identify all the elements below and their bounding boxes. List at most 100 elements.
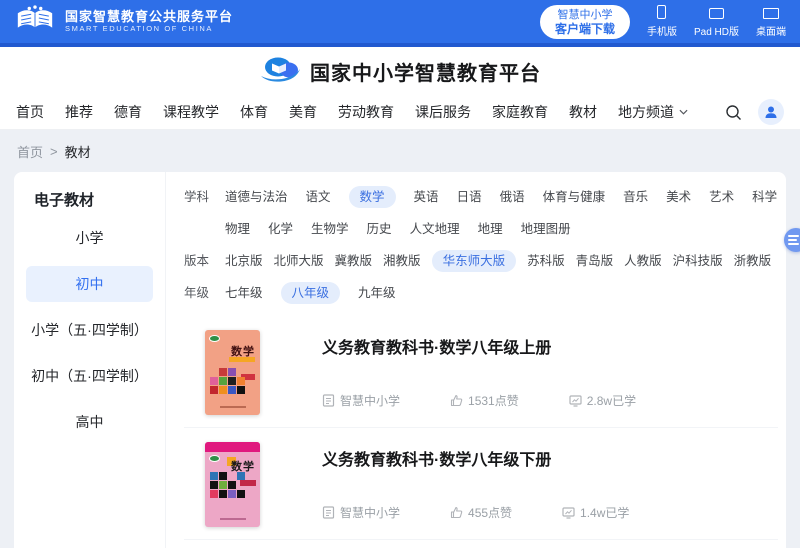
filter-label: 年级 <box>184 282 225 304</box>
nav-item-family-education[interactable]: 家庭教育 <box>492 102 548 122</box>
nav-dropdown-local-channels[interactable]: 地方频道 <box>618 102 688 122</box>
book-publisher: 智慧中小学 <box>322 504 400 521</box>
nav-dropdown-label: 地方频道 <box>618 102 674 122</box>
desktop-icon <box>763 8 779 19</box>
filter-option[interactable]: 科学 <box>752 186 777 208</box>
filter-option[interactable]: 俄语 <box>500 186 525 208</box>
nav-item-curriculum[interactable]: 课程教学 <box>163 102 219 122</box>
nav-item-aesthetic[interactable]: 美育 <box>289 102 317 122</box>
filter-option-selected[interactable]: 华东师大版 <box>432 250 517 272</box>
filter-option[interactable]: 音乐 <box>623 186 648 208</box>
platform-link-pad[interactable]: Pad HD版 <box>694 5 739 38</box>
filter-option[interactable]: 冀教版 <box>335 250 373 272</box>
sidebar-item-primary-54[interactable]: 小学（五·四学制） <box>26 312 153 348</box>
book-list: 数学 义务教育教科书·数学八年级上册 智慧中小学 <box>184 316 778 540</box>
filter-row-subject: 学科 道德与法治 语文 数学 英语 日语 俄语 体育与健康 音乐 美术 艺术 科… <box>184 186 778 240</box>
filter-option[interactable]: 道德与法治 <box>225 186 288 208</box>
brand-subtitle: SMART EDUCATION OF CHINA <box>65 24 233 34</box>
filter-option[interactable]: 地理 <box>478 218 503 240</box>
platform-link-mobile[interactable]: 手机版 <box>647 5 677 38</box>
nav-item-after-school[interactable]: 课后服务 <box>415 102 471 122</box>
book-title[interactable]: 义务教育教科书·数学八年级下册 <box>322 446 778 470</box>
content-area: 学科 道德与法治 语文 数学 英语 日语 俄语 体育与健康 音乐 美术 艺术 科… <box>166 172 786 548</box>
filter-option[interactable]: 苏科版 <box>527 250 565 272</box>
book-cover[interactable]: 数学 <box>205 330 260 415</box>
user-avatar[interactable] <box>758 99 784 125</box>
phone-icon <box>657 5 666 19</box>
sidebar-item-senior[interactable]: 高中 <box>26 404 153 440</box>
site-header: 国家中小学智慧教育平台 <box>0 47 800 95</box>
book-title[interactable]: 义务教育教科书·数学八年级上册 <box>322 334 778 358</box>
topbar: 国家智慧教育公共服务平台 SMART EDUCATION OF CHINA 智慧… <box>0 0 800 47</box>
main-nav: 首页 推荐 德育 课程教学 体育 美育 劳动教育 课后服务 家庭教育 教材 地方… <box>0 95 800 130</box>
search-icon[interactable] <box>725 104 742 121</box>
nav-item-labor-education[interactable]: 劳动教育 <box>338 102 394 122</box>
filter-option[interactable]: 北师大版 <box>274 250 324 272</box>
filter-label: 学科 <box>184 186 225 240</box>
screen-icon <box>569 394 582 407</box>
filter-option[interactable]: 艺术 <box>709 186 734 208</box>
filter-option[interactable]: 北京版 <box>225 250 263 272</box>
cover-publisher-badge <box>209 335 220 342</box>
filter-option[interactable]: 英语 <box>414 186 439 208</box>
screen-icon <box>562 506 575 519</box>
sidebar-item-primary[interactable]: 小学 <box>26 220 153 256</box>
nav-item-recommend[interactable]: 推荐 <box>65 102 93 122</box>
book-likes: 455点赞 <box>450 504 512 521</box>
filter-option[interactable]: 七年级 <box>225 282 263 304</box>
thumbs-up-icon <box>450 506 463 519</box>
platform-label: 手机版 <box>647 23 677 38</box>
nav-item-textbook[interactable]: 教材 <box>569 102 597 122</box>
person-icon <box>764 105 778 119</box>
filter-row-grade: 年级 七年级 八年级 九年级 <box>184 282 778 304</box>
open-book-logo-icon <box>14 4 56 39</box>
client-download-button[interactable]: 智慧中小学 客户端下载 <box>540 5 630 39</box>
publisher-icon <box>322 394 335 407</box>
book-learned: 2.8w已学 <box>569 392 636 409</box>
download-app-name: 智慧中小学 <box>555 8 615 22</box>
filter-option[interactable]: 人教版 <box>624 250 662 272</box>
filter-option[interactable]: 青岛版 <box>576 250 614 272</box>
filter-option[interactable]: 日语 <box>457 186 482 208</box>
filter-option[interactable]: 化学 <box>268 218 293 240</box>
breadcrumb-home[interactable]: 首页 <box>17 142 43 161</box>
page-title: 国家中小学智慧教育平台 <box>310 57 541 86</box>
cover-publisher-badge <box>209 455 220 462</box>
filter-option[interactable]: 体育与健康 <box>543 186 606 208</box>
filter-option[interactable]: 湘教版 <box>383 250 421 272</box>
sidebar-title: 电子教材 <box>14 189 165 210</box>
filter-option-selected[interactable]: 八年级 <box>281 282 341 304</box>
book-publisher: 智慧中小学 <box>322 392 400 409</box>
filter-row-version: 版本 北京版 北师大版 冀教版 湘教版 华东师大版 苏科版 青岛版 人教版 沪科… <box>184 250 778 272</box>
book-cover[interactable]: 数学 <box>205 442 260 527</box>
sidebar-item-junior-54[interactable]: 初中（五·四学制） <box>26 358 153 394</box>
chevron-down-icon <box>679 109 688 115</box>
breadcrumb-separator: > <box>50 144 58 159</box>
filter-option[interactable]: 沪科技版 <box>673 250 723 272</box>
book-meta: 智慧中小学 455点赞 1.4w已学 <box>322 504 778 527</box>
filter-option[interactable]: 物理 <box>225 218 250 240</box>
filter-option[interactable]: 美术 <box>666 186 691 208</box>
platform-brand: 国家智慧教育公共服务平台 SMART EDUCATION OF CHINA <box>14 4 233 39</box>
filter-option[interactable]: 语文 <box>306 186 331 208</box>
book-list-item[interactable]: 数学 义务教育教科书·数学八年级上册 智慧中小学 <box>184 316 778 428</box>
filter-option[interactable]: 人文地理 <box>410 218 460 240</box>
filter-option[interactable]: 地理图册 <box>521 218 571 240</box>
filter-option-selected[interactable]: 数学 <box>349 186 396 208</box>
filter-option[interactable]: 浙教版 <box>734 250 772 272</box>
filter-option[interactable]: 历史 <box>367 218 392 240</box>
nav-item-pe[interactable]: 体育 <box>240 102 268 122</box>
floating-menu-button[interactable] <box>784 228 800 252</box>
filter-option[interactable]: 生物学 <box>311 218 349 240</box>
cover-mosaic-art <box>210 472 245 498</box>
sidebar-item-junior[interactable]: 初中 <box>26 266 153 302</box>
filter-label: 版本 <box>184 250 225 272</box>
platform-link-desktop[interactable]: 桌面端 <box>756 5 786 38</box>
filter-option[interactable]: 九年级 <box>358 282 396 304</box>
brand-title: 国家智慧教育公共服务平台 <box>65 9 233 24</box>
download-label: 客户端下载 <box>555 22 615 36</box>
nav-item-home[interactable]: 首页 <box>16 102 44 122</box>
cover-mosaic-art <box>210 368 245 394</box>
book-list-item[interactable]: 数学 义务教育教科书·数学八年级下册 智慧中小学 <box>184 428 778 540</box>
nav-item-moral-education[interactable]: 德育 <box>114 102 142 122</box>
